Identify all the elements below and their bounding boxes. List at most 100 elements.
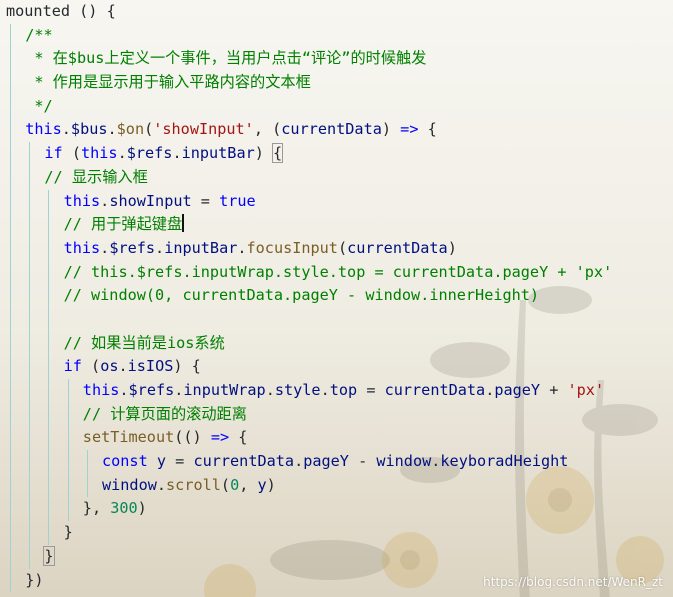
code-token: ( xyxy=(220,475,231,494)
code-comment: // 显示输入框 xyxy=(44,167,148,186)
indent-guide xyxy=(29,260,31,285)
code-token: . xyxy=(100,238,110,257)
code-token: if xyxy=(63,357,82,376)
code-token: = xyxy=(166,452,194,471)
indent-guide xyxy=(29,284,31,308)
indent-guide xyxy=(29,379,31,403)
code-token: os xyxy=(100,357,119,376)
code-token: inputBar xyxy=(164,238,238,257)
indent-guide xyxy=(29,450,31,474)
code-token: this xyxy=(25,120,62,139)
code-token: inputBar xyxy=(181,144,255,163)
code-token: currentData xyxy=(281,120,382,139)
code-line[interactable] xyxy=(6,307,612,332)
code-line[interactable]: this.showInput = true xyxy=(6,189,612,214)
code-token: ( xyxy=(62,144,81,163)
code-line[interactable]: }, 300) xyxy=(6,497,612,522)
code-token: currentData xyxy=(384,381,486,399)
code-comment: */ xyxy=(25,96,53,115)
code-line[interactable]: * 作用是显示用于输入平路内容的文本框 xyxy=(6,71,612,95)
indent-guide xyxy=(67,426,69,451)
code-line[interactable]: this.$refs.inputWrap.style.top = current… xyxy=(6,379,612,403)
code-token: 300 xyxy=(110,499,138,518)
code-token: ) xyxy=(381,120,401,139)
code-comment: // this.$refs.inputWrap.style.top = curr… xyxy=(63,262,613,281)
indent-guide xyxy=(48,521,50,545)
code-line[interactable]: if (os.isIOS) { xyxy=(6,355,612,379)
indent-guide xyxy=(29,331,31,356)
code-line[interactable]: setTimeout(() => { xyxy=(6,426,612,451)
code-line[interactable]: if (this.$refs.inputBar) { xyxy=(6,142,612,166)
indent-guide xyxy=(67,379,69,403)
code-token: ) xyxy=(266,475,276,494)
indent-guide xyxy=(10,118,11,143)
code-token: isIOS xyxy=(127,357,174,376)
code-line[interactable]: */ xyxy=(6,94,612,119)
code-token: . xyxy=(172,144,182,163)
indent-guide xyxy=(10,473,11,498)
code-line[interactable]: } xyxy=(6,544,612,569)
indent-guide xyxy=(48,213,50,237)
indent-guide xyxy=(10,331,11,356)
code-line[interactable]: // 用于弹起键盘 xyxy=(6,213,612,237)
indent-guide xyxy=(10,544,11,569)
code-token: => xyxy=(210,428,230,447)
code-line[interactable]: mounted () { xyxy=(6,0,612,24)
code-line[interactable]: /** xyxy=(6,23,612,48)
indent-guide xyxy=(29,473,31,498)
code-comment: /** xyxy=(25,25,53,44)
code-line[interactable]: this.$refs.inputBar.focusInput(currentDa… xyxy=(6,236,612,261)
code-token: 0 xyxy=(230,475,240,494)
code-token: pageY xyxy=(303,452,349,471)
indent-guide xyxy=(10,94,11,119)
code-token: . xyxy=(237,238,247,257)
code-token: ) { xyxy=(173,357,201,376)
indent-guide xyxy=(10,23,11,48)
code-token: this xyxy=(63,191,101,210)
indent-guide xyxy=(29,189,31,214)
indent-guide xyxy=(67,450,69,474)
code-token: 'showInput' xyxy=(153,120,254,139)
code-line[interactable]: // 如果当前是ios系统 xyxy=(6,331,612,356)
indent-guide xyxy=(10,213,11,237)
indent-guide xyxy=(48,331,50,356)
code-token: }, xyxy=(82,499,111,518)
code-token: if xyxy=(44,144,63,163)
code-token: + xyxy=(540,381,568,399)
code-line[interactable]: window.scroll(0, y) xyxy=(6,473,612,498)
code-token: . xyxy=(156,475,167,494)
indent-guide xyxy=(67,402,69,427)
indent-guide xyxy=(10,402,11,427)
code-token: ) xyxy=(447,238,457,257)
code-token: }) xyxy=(25,570,44,589)
code-token: style xyxy=(274,381,321,399)
indent-guide xyxy=(29,544,31,569)
code-editor[interactable]: mounted () {/** * 在$bus上定义一个事件，当用户点击“评论”… xyxy=(6,0,613,593)
code-token: ) xyxy=(254,144,274,163)
indent-guide xyxy=(10,71,11,95)
indent-guide xyxy=(10,165,11,190)
code-token: (() xyxy=(174,428,211,447)
code-line[interactable]: // this.$refs.inputWrap.style.top = curr… xyxy=(6,260,613,285)
code-line[interactable]: const y = currentData.pageY - window.key… xyxy=(6,450,612,474)
indent-guide xyxy=(48,189,50,214)
code-token: ( xyxy=(144,120,154,139)
code-token: . xyxy=(294,452,304,471)
indent-guide xyxy=(10,142,11,166)
code-line[interactable]: // 显示输入框 xyxy=(6,165,612,190)
code-line[interactable]: // window(0, currentData.pageY - window.… xyxy=(6,284,612,308)
code-token: window xyxy=(102,475,157,494)
indent-guide xyxy=(48,426,50,451)
code-line[interactable]: } xyxy=(6,521,612,545)
code-line[interactable]: // 计算页面的滚动距离 xyxy=(6,402,612,427)
indent-guide xyxy=(10,450,11,474)
code-line[interactable]: * 在$bus上定义一个事件，当用户点击“评论”的时候触发 xyxy=(6,47,612,72)
code-token: scroll xyxy=(166,475,221,494)
code-token: . xyxy=(107,120,117,139)
code-token: this xyxy=(82,381,120,399)
indent-guide xyxy=(48,236,50,261)
code-line[interactable]: this.$bus.$on('showInput', (currentData)… xyxy=(6,118,612,143)
indent-guide xyxy=(48,355,50,379)
indent-guide xyxy=(10,568,11,593)
code-token: . xyxy=(61,120,71,139)
